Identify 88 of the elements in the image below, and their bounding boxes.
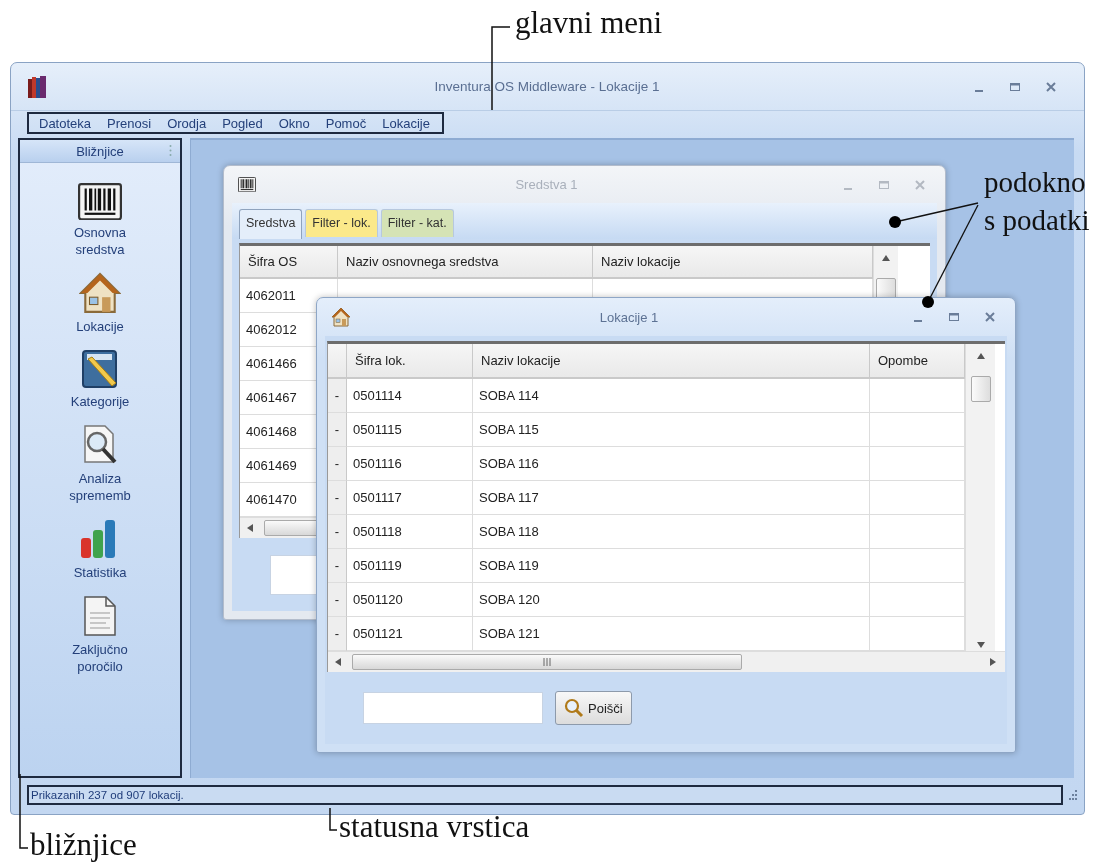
- callout-label: glavni meni: [515, 4, 663, 42]
- document-icon: [82, 595, 118, 638]
- maximize-icon[interactable]: [878, 178, 890, 191]
- sidebar-item[interactable]: Statistika: [45, 516, 155, 584]
- table-cell: 0501117: [347, 481, 473, 515]
- callout-label: podokno s podatki: [984, 165, 1091, 238]
- table-cell: SOBA 119: [473, 549, 870, 583]
- status-text: Prikazanih 237 od 907 lokacij.: [27, 785, 1063, 805]
- books-icon: [28, 75, 46, 98]
- menu-item[interactable]: Prenosi: [101, 115, 158, 131]
- table-cell: SOBA 115: [473, 413, 870, 447]
- scroll-left-icon[interactable]: [334, 657, 344, 667]
- sidebar-item[interactable]: Zaključno poročilo: [45, 593, 155, 678]
- column-header[interactable]: Opombe: [870, 344, 965, 379]
- row-marker[interactable]: -: [328, 583, 347, 617]
- row-marker[interactable]: -: [328, 549, 347, 583]
- scroll-up-icon[interactable]: [881, 254, 891, 264]
- sidebar-item[interactable]: Analiza sprememb: [45, 422, 155, 507]
- callout-label: bližnjice: [30, 826, 137, 864]
- table-cell: 0501114: [347, 379, 473, 413]
- row-marker[interactable]: -: [328, 515, 347, 549]
- column-header[interactable]: Šifra lok.: [347, 344, 473, 379]
- column-header[interactable]: Šifra OS: [240, 246, 338, 279]
- scroll-up-icon[interactable]: [975, 352, 986, 362]
- sidebar-title: Bližnjice: [76, 143, 124, 159]
- table-cell: 0501116: [347, 447, 473, 481]
- house-icon: [79, 272, 121, 315]
- table-cell: 0501120: [347, 583, 473, 617]
- table-cell: SOBA 120: [473, 583, 870, 617]
- scroll-thumb[interactable]: [970, 376, 991, 402]
- resize-grip-icon: [1069, 790, 1078, 800]
- search-icon: [564, 698, 584, 718]
- grip-icon: [169, 144, 172, 157]
- menu-item[interactable]: Datoteka: [33, 115, 98, 131]
- menu-item[interactable]: Pomoč: [319, 115, 373, 131]
- tab[interactable]: Filter - lok.: [305, 209, 378, 237]
- search-field[interactable]: [363, 692, 543, 724]
- table-cell: SOBA 116: [473, 447, 870, 481]
- sidebar-item-label: Kategorije: [69, 393, 131, 411]
- header-corner: [328, 344, 347, 379]
- close-icon[interactable]: [984, 311, 996, 323]
- scrollbar[interactable]: [965, 344, 995, 651]
- grip-icon: [542, 658, 552, 666]
- row-marker[interactable]: -: [328, 379, 347, 413]
- leader-line: [329, 807, 338, 831]
- sidebar-item-label: Lokacije: [75, 318, 125, 336]
- menu-item[interactable]: Orodja: [161, 115, 213, 131]
- row-marker[interactable]: -: [328, 481, 347, 515]
- maximize-icon[interactable]: [1009, 80, 1021, 93]
- sidebar-item-label: Statistika: [72, 564, 128, 582]
- table-cell: SOBA 114: [473, 379, 870, 413]
- column-header[interactable]: Naziv lokacije: [593, 246, 873, 279]
- tab[interactable]: Sredstva: [239, 209, 303, 239]
- table-cell: SOBA 118: [473, 515, 870, 549]
- window-title: Sredstva 1: [514, 177, 579, 192]
- row-marker[interactable]: -: [328, 413, 347, 447]
- column-header[interactable]: Naziv lokacije: [473, 344, 870, 379]
- table-cell: 0501115: [347, 413, 473, 447]
- barcode-icon: [78, 183, 122, 221]
- table-cell: SOBA 117: [473, 481, 870, 515]
- sidebar-item[interactable]: Kategorije: [45, 347, 155, 413]
- menu-item[interactable]: Pogled: [216, 115, 269, 131]
- book-icon: [80, 349, 120, 390]
- sidebar-item[interactable]: Osnovna sredstva: [45, 181, 155, 261]
- sidebar-item-label: Osnovna sredstva: [72, 224, 127, 259]
- callout-label: statusna vrstica: [339, 808, 530, 846]
- tab[interactable]: Filter - kat.: [380, 209, 454, 237]
- sidebar-item[interactable]: Lokacije: [45, 270, 155, 338]
- table-cell: 0501119: [347, 549, 473, 583]
- window-title: Lokacije 1: [598, 309, 660, 325]
- house-icon: [331, 307, 351, 327]
- maximize-icon[interactable]: [948, 311, 960, 323]
- scrollbar[interactable]: [328, 651, 1005, 672]
- menu-item[interactable]: Lokacije: [376, 115, 436, 131]
- barcode-icon: [238, 176, 256, 193]
- column-header[interactable]: Naziv osnovnega sredstva: [338, 246, 593, 279]
- scroll-left-icon[interactable]: [246, 523, 256, 533]
- close-icon[interactable]: [1045, 80, 1057, 93]
- menu-item[interactable]: Okno: [272, 115, 316, 131]
- table-cell: 0501118: [347, 515, 473, 549]
- sidebar-item-label: Analiza sprememb: [68, 470, 132, 505]
- sidebar-item-label: Zaključno poročilo: [71, 641, 129, 676]
- window-title: Inventura OS Middleware - Lokacije 1: [433, 79, 661, 94]
- row-marker[interactable]: -: [328, 447, 347, 481]
- close-icon[interactable]: [914, 178, 926, 191]
- row-marker[interactable]: -: [328, 617, 347, 651]
- scroll-thumb[interactable]: [352, 654, 742, 670]
- search-button[interactable]: Poišči: [555, 691, 632, 725]
